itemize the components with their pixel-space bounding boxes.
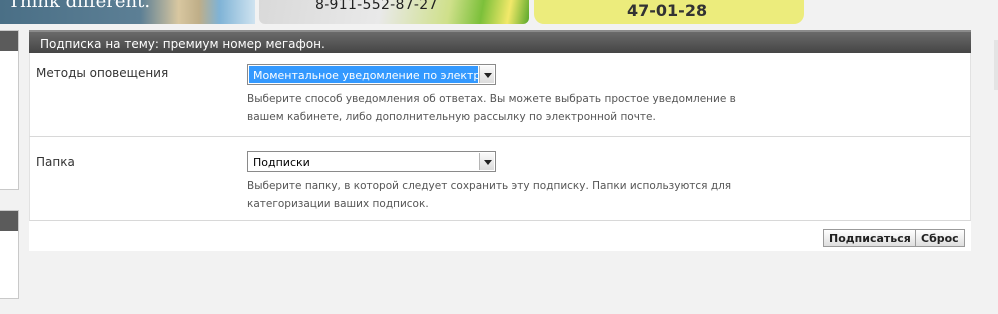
sidebar-block-header <box>0 211 18 231</box>
folder-label: Папка <box>36 155 75 169</box>
chevron-down-icon[interactable] <box>479 66 494 83</box>
panel-title: Подписка на тему: премиум номер мегафон. <box>29 30 971 53</box>
subscribe-button[interactable]: Подписаться <box>823 229 917 247</box>
banner-slogan: Think different. <box>8 0 151 12</box>
sidebar-block-top <box>0 30 19 190</box>
reset-button[interactable]: Сброс <box>915 229 965 247</box>
banner-city-number: 47-01-28 <box>627 1 708 20</box>
notify-method-description: Выберите способ уведомления об ответах. … <box>247 93 736 123</box>
folder-value: Подписки <box>253 156 310 169</box>
sidebar-block-bottom <box>0 210 19 299</box>
banner-think-different[interactable]: Think different. <box>0 0 255 24</box>
sidebar-block-header <box>0 31 18 51</box>
folder-row: Папка Подписки Выберите папку, в которой… <box>29 137 971 221</box>
chevron-down-icon[interactable] <box>479 153 494 170</box>
folder-description: Выберите папку, в которой следует сохран… <box>247 180 732 210</box>
notify-method-label: Методы оповещения <box>36 66 169 80</box>
notify-method-row: Методы оповещения Моментальное уведомлен… <box>29 53 971 137</box>
notify-method-value: Моментальное уведомление по электронной <box>249 66 478 83</box>
notify-method-select[interactable]: Моментальное уведомление по электронной <box>247 64 496 85</box>
banner-phone-city[interactable]: 47-01-28 <box>534 0 804 24</box>
scrollbar-edge[interactable] <box>994 40 998 90</box>
form-actions: Подписаться Сброс <box>29 221 971 251</box>
folder-select[interactable]: Подписки <box>247 151 496 172</box>
banner-phone-mobile[interactable]: 8-911-552-87-27 <box>259 0 529 24</box>
banner-phone-number: 8-911-552-87-27 <box>315 0 438 13</box>
subscription-panel: Подписка на тему: премиум номер мегафон.… <box>29 30 971 251</box>
